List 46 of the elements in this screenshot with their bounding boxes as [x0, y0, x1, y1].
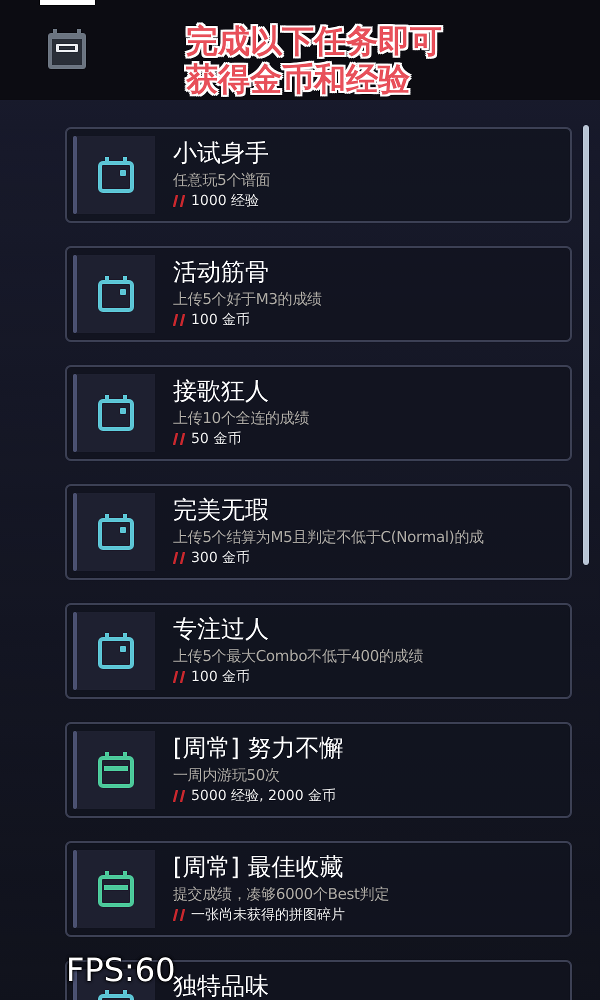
task-description: 提交成绩，凑够6000个Best判定: [173, 884, 389, 905]
slash-icon: [173, 314, 187, 326]
calendar-icon: [96, 512, 136, 552]
caption-text: 获得金币和经验: [186, 60, 411, 98]
calendar-icon: [96, 274, 136, 314]
slash-icon: [173, 790, 187, 802]
slash-icon: [173, 433, 187, 445]
caption-text: 完成以下任务即可: [186, 22, 442, 60]
task-card[interactable]: [周常] 努力不懈 一周内游玩50次 5000 经验, 2000 金币: [65, 722, 572, 818]
reward-text: 50 金币: [191, 430, 242, 449]
task-card[interactable]: [周常] 最佳收藏 提交成绩，凑够6000个Best判定 一张尚未获得的拼图碎片: [65, 841, 572, 937]
task-card[interactable]: 专注过人 上传5个最大Combo不低于400的成绩 100 金币: [65, 603, 572, 699]
task-title: 接歌狂人: [173, 376, 270, 407]
task-card[interactable]: 接歌狂人 上传10个全连的成绩 50 金币: [65, 365, 572, 461]
task-title: 完美无瑕: [173, 495, 270, 526]
slash-icon: [173, 671, 187, 683]
reward-text: 300 金币: [191, 549, 250, 568]
task-description: 上传10个全连的成绩: [173, 408, 310, 429]
task-description: 上传5个结算为M5且判定不低于C(Normal)的成: [173, 527, 484, 548]
task-card[interactable]: 小试身手 任意玩5个谱面 1000 经验: [65, 127, 572, 223]
reward-text: 一张尚未获得的拼图碎片: [191, 906, 345, 925]
task-title: [周常] 最佳收藏: [173, 852, 344, 883]
task-description: 上传5个好于M3的成绩: [173, 289, 322, 310]
task-card[interactable]: 活动筋骨 上传5个好于M3的成绩 100 金币: [65, 246, 572, 342]
task-card[interactable]: 完美无瑕 上传5个结算为M5且判定不低于C(Normal)的成 300 金币: [65, 484, 572, 580]
task-description: 一周内游玩50次: [173, 765, 281, 786]
task-title: 小试身手: [173, 138, 270, 169]
slash-icon: [173, 909, 187, 921]
calendar-icon: [96, 869, 136, 909]
reward-text: 100 金币: [191, 311, 250, 330]
calendar-icon: [96, 393, 136, 433]
task-title: [周常] 努力不懈: [173, 733, 344, 764]
task-description: 任意玩5个谱面: [173, 170, 270, 191]
calendar-icon: [96, 631, 136, 671]
reward-text: 1000 经验: [191, 192, 260, 211]
reward-text: 5000 经验, 2000 金币: [191, 787, 336, 806]
task-title: 活动筋骨: [173, 257, 270, 288]
slash-icon: [173, 552, 187, 564]
calendar-icon: [96, 750, 136, 790]
calendar-icon: [96, 155, 136, 195]
scrollbar[interactable]: [583, 125, 589, 565]
task-title: 专注过人: [173, 614, 270, 645]
reward-text: 100 金币: [191, 668, 250, 687]
task-description: 上传5个最大Combo不低于400的成绩: [173, 646, 424, 667]
slash-icon: [173, 195, 187, 207]
tab-marker: [40, 0, 95, 5]
